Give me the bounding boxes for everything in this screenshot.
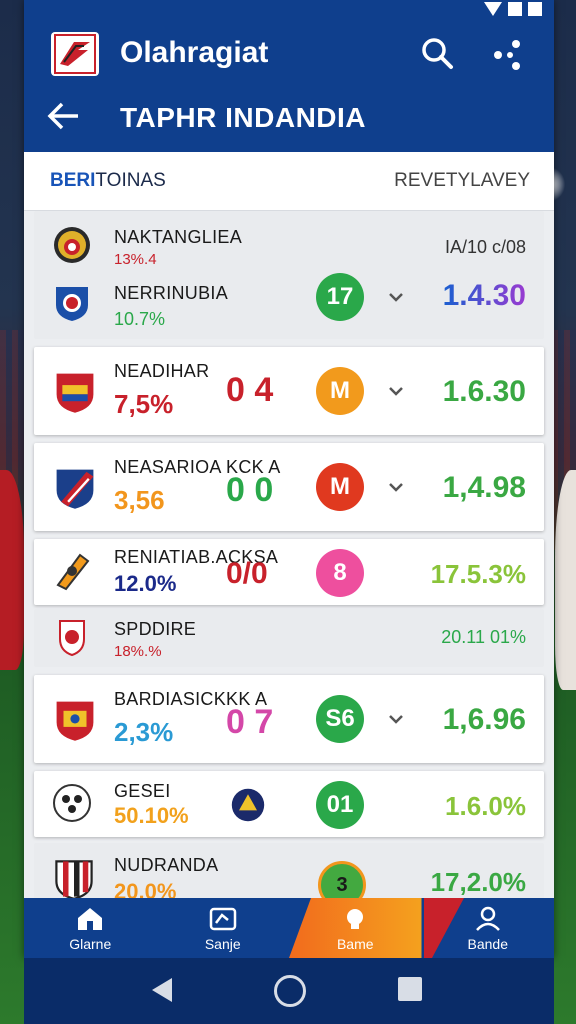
team-crest-icon: [54, 227, 90, 263]
header-left-prefix: BERI: [50, 170, 96, 191]
system-navigation-bar: [24, 958, 554, 1024]
match-row[interactable]: NAKTANGLIEA 13%.4 IA/10 c/08 NERRINUBIA …: [34, 211, 544, 339]
team-name: NEADIHAR: [114, 361, 210, 381]
team-name: SPDDIRE: [114, 619, 197, 639]
search-icon[interactable]: [420, 36, 454, 70]
match-row[interactable]: GESEI 50.10% 01 1.6.0%: [34, 771, 544, 837]
match-badge: M: [316, 463, 364, 511]
system-home-icon[interactable]: [274, 975, 306, 1007]
odds-value: 17,2.0%: [430, 867, 526, 897]
scoreboard-icon: [209, 907, 236, 931]
team-crest-icon: [231, 788, 265, 822]
signal-icon: [508, 2, 522, 16]
app-logo-icon: [51, 32, 99, 76]
chevron-down-icon[interactable]: [386, 709, 406, 729]
team-percent: 50.10%: [114, 803, 189, 828]
nav-home[interactable]: Glarne: [24, 898, 157, 958]
nav-label: Glarne: [69, 936, 112, 952]
odds-value: 17.5.3%: [430, 559, 526, 589]
match-row[interactable]: RENIATIAB.ACKSA 12.0% 0/0 8 17.5.3%: [34, 539, 544, 605]
chevron-down-icon[interactable]: [386, 381, 406, 401]
odds-value: 1.6.30: [442, 375, 526, 408]
back-arrow-icon[interactable]: [46, 98, 82, 134]
match-badge: 8: [316, 549, 364, 597]
status-bar: [24, 0, 554, 22]
match-score: 0 7: [226, 703, 274, 741]
odds-value: 20.11 01%: [441, 627, 526, 647]
match-row[interactable]: NEASARIOA KCK A 3,56 0 0 M 1,4.98: [34, 443, 544, 531]
page-title: TAPHR INDANDIA: [120, 102, 367, 133]
list-header-right[interactable]: REVETYLAVEY: [394, 170, 530, 192]
list-header: BERITOINAS REVETYLAVEY: [24, 152, 554, 211]
header-left-rest: TOINAS: [95, 170, 166, 191]
team-crest-icon: [56, 287, 88, 321]
wifi-icon: [484, 2, 502, 16]
nav-label: Bame: [336, 936, 374, 952]
team-name: NUDRANDA: [114, 855, 219, 875]
team-crest-icon: [56, 553, 90, 591]
match-row[interactable]: NEADIHAR 7,5% 0 4 M 1.6.30: [34, 347, 544, 435]
profile-icon: [475, 906, 500, 931]
team-percent: 3,56: [114, 485, 165, 515]
odds-value: 1,6.96: [442, 703, 526, 736]
nav-games[interactable]: Bame: [289, 898, 422, 958]
chevron-down-icon[interactable]: [386, 287, 406, 307]
odds-value: 1,4.98: [442, 471, 526, 504]
nav-scores[interactable]: Sanje: [157, 898, 290, 958]
list-header-left: BERITOINAS: [50, 170, 166, 192]
app-title: Olahragiat: [120, 36, 269, 69]
team-percent: 7,5%: [114, 389, 174, 419]
nav-label: Sanje: [204, 936, 241, 952]
top-app-bar: Olahragiat TAPHR INDANDIA: [24, 22, 554, 152]
chevron-down-icon[interactable]: [386, 477, 406, 497]
player-right-figure: [555, 470, 576, 690]
team-percent: 18%.%: [114, 643, 162, 660]
app-window: Olahragiat TAPHR INDANDIA BERITOINAS REV…: [24, 0, 554, 958]
home-icon: [78, 908, 103, 930]
odds-value: 1.6.0%: [445, 791, 526, 821]
team-percent: 2,3%: [114, 717, 174, 747]
team-name: NAKTANGLIEA: [114, 227, 242, 247]
match-score: 0/0: [226, 557, 268, 590]
team-crest-icon: [53, 784, 91, 822]
odds-label: IA/10 c/08: [444, 237, 526, 257]
team-name: GESEI: [114, 781, 171, 801]
match-badge: S6: [316, 695, 364, 743]
match-row[interactable]: SPDDIRE 18%.% 20.11 01%: [34, 609, 544, 667]
share-icon[interactable]: [492, 38, 526, 72]
match-badge: M: [316, 367, 364, 415]
team-percent: 13%.4: [114, 251, 157, 268]
bottom-navigation: Glarne Sanje Bame Bande: [24, 898, 554, 958]
team-percent: 12.0%: [114, 571, 177, 596]
match-badge: 17: [316, 273, 364, 321]
team-crest-icon: [55, 860, 93, 900]
team-crest-icon: [56, 469, 94, 509]
team-crest-icon: [59, 620, 85, 657]
trophy-icon: [347, 909, 364, 929]
team-percent: 10.7%: [114, 309, 166, 329]
battery-icon: [528, 2, 542, 16]
team-crest-icon: [56, 701, 94, 741]
match-list: NAKTANGLIEA 13%.4 IA/10 c/08 NERRINUBIA …: [24, 211, 554, 925]
system-back-icon[interactable]: [152, 978, 172, 1002]
odds-value: 1.4.30: [442, 279, 526, 312]
match-score: 0 4: [226, 371, 274, 409]
team-crest-icon: [56, 373, 94, 413]
match-badge: 01: [316, 781, 364, 829]
team-name: NERRINUBIA: [114, 283, 229, 303]
match-row[interactable]: BARDIASICKKK A 2,3% 0 7 S6 1,6.96: [34, 675, 544, 763]
match-score: 0 0: [226, 471, 274, 509]
system-recents-icon[interactable]: [398, 977, 422, 1001]
